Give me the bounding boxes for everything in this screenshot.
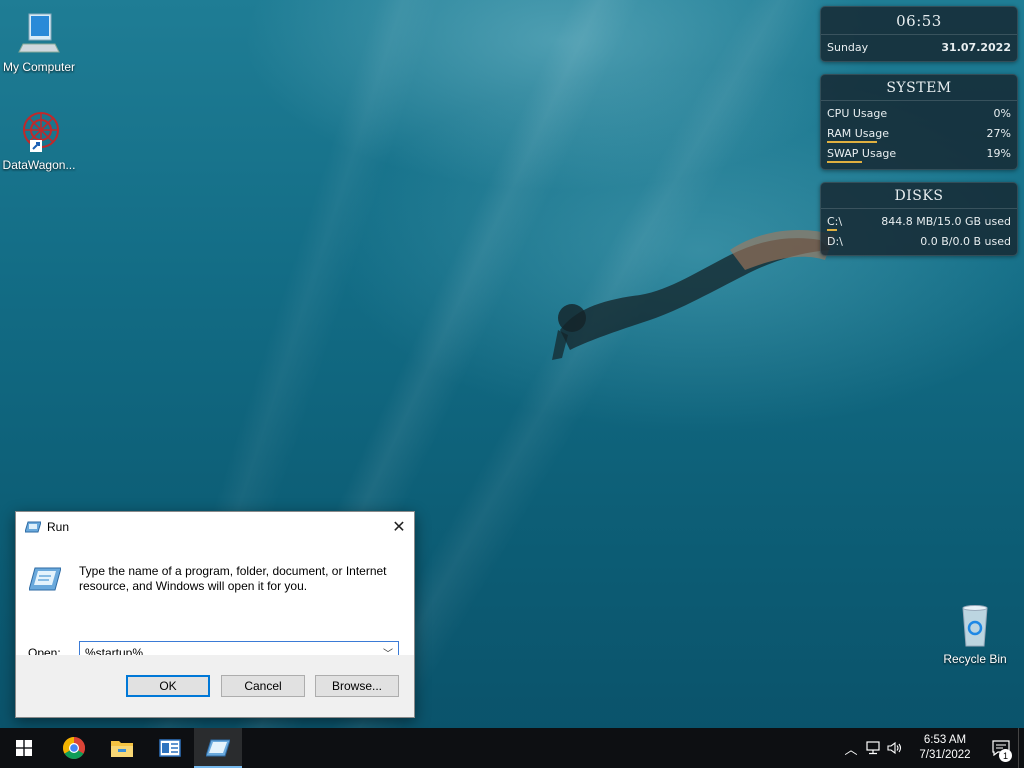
disk-row-c: C:\ 844.8 MB/15.0 GB used xyxy=(821,212,1017,232)
speaker-icon xyxy=(887,741,902,755)
run-icon xyxy=(206,739,230,757)
disks-widget: DISKS C:\ 844.8 MB/15.0 GB used D:\ 0.0 … xyxy=(820,182,1018,256)
taskbar-chrome[interactable] xyxy=(50,728,98,768)
taskbar-time: 6:53 AM xyxy=(923,734,967,746)
usage-bar xyxy=(827,141,877,143)
desktop-icon-recycle-bin[interactable]: Recycle Bin xyxy=(936,602,1014,666)
close-button[interactable]: ✕ xyxy=(384,512,414,542)
run-dialog-body: Type the name of a program, folder, docu… xyxy=(16,542,414,664)
run-dialog-footer: OK Cancel Browse... xyxy=(16,655,414,717)
network-icon xyxy=(866,741,880,755)
system-widget: SYSTEM CPU Usage 0% RAM Usage 27% SWAP U… xyxy=(820,74,1018,170)
taskbar-date: 7/31/2022 xyxy=(919,749,971,761)
close-icon: ✕ xyxy=(392,519,406,536)
clock-date: 31.07.2022 xyxy=(941,41,1011,54)
taskbar-clock[interactable]: 6:53 AM 7/31/2022 xyxy=(906,733,984,763)
datawagon-icon xyxy=(15,108,63,156)
file-explorer-icon xyxy=(111,741,133,757)
recycle-bin-icon xyxy=(951,602,999,650)
taskbar: ︿ 6:53 AM 7/31/2022 1 xyxy=(0,728,1024,768)
action-center-button[interactable]: 1 xyxy=(984,728,1018,768)
clock-date-row: Sunday 31.07.2022 xyxy=(821,35,1017,61)
wallpaper-diver xyxy=(552,230,835,360)
run-dialog-description: Type the name of a program, folder, docu… xyxy=(79,564,387,593)
system-row-swap: SWAP Usage 19% xyxy=(821,144,1017,164)
system-row-value: 27% xyxy=(986,127,1011,140)
notification-badge: 1 xyxy=(999,749,1012,762)
run-dialog-titlebar[interactable]: Run ✕ xyxy=(16,512,414,542)
taskbar-run[interactable] xyxy=(194,728,242,768)
taskbar-file-explorer[interactable] xyxy=(98,728,146,768)
system-row-cpu: CPU Usage 0% xyxy=(821,104,1017,124)
start-icon xyxy=(16,740,32,756)
chevron-up-icon: ︿ xyxy=(844,741,858,757)
usage-bar xyxy=(827,229,837,231)
disk-row-value: 0.0 B/0.0 B used xyxy=(920,235,1011,248)
clock-day: Sunday xyxy=(827,41,869,54)
cancel-button[interactable]: Cancel xyxy=(221,675,305,697)
desktop-icon-label: My Computer xyxy=(2,60,76,74)
chrome-icon xyxy=(63,737,85,759)
system-row-value: 0% xyxy=(993,107,1011,120)
control-panel-icon xyxy=(159,739,181,757)
usage-bar xyxy=(827,161,862,163)
disk-row-label: C:\ xyxy=(827,215,843,228)
ok-button[interactable]: OK xyxy=(126,675,210,697)
desktop-icon-my-computer[interactable]: My Computer xyxy=(0,10,78,74)
taskbar-control-panel[interactable] xyxy=(146,728,194,768)
clock-time: 06:53 xyxy=(821,7,1017,35)
system-row-ram: RAM Usage 27% xyxy=(821,124,1017,144)
system-tray: ︿ 6:53 AM 7/31/2022 1 xyxy=(840,728,1024,768)
system-row-value: 19% xyxy=(986,147,1011,160)
disks-widget-title: DISKS xyxy=(821,183,1017,209)
disk-row-value: 844.8 MB/15.0 GB used xyxy=(881,215,1011,228)
run-title-icon xyxy=(25,521,41,533)
system-row-label: RAM Usage xyxy=(827,127,889,140)
browse-button[interactable]: Browse... xyxy=(315,675,399,697)
system-widget-title: SYSTEM xyxy=(821,75,1017,101)
disk-row-label: D:\ xyxy=(827,235,843,248)
show-desktop-button[interactable] xyxy=(1018,728,1024,768)
run-program-icon xyxy=(29,567,61,591)
run-dialog-title: Run xyxy=(47,520,70,534)
show-hidden-icons-button[interactable]: ︿ xyxy=(840,728,862,768)
desktop-icon-label: Recycle Bin xyxy=(943,652,1007,666)
computer-icon xyxy=(15,10,63,58)
system-row-label: SWAP Usage xyxy=(827,147,897,160)
network-button[interactable] xyxy=(862,728,884,768)
volume-button[interactable] xyxy=(884,728,906,768)
desktop-icon-datawagon[interactable]: DataWagon... xyxy=(0,108,78,172)
clock-widget: 06:53 Sunday 31.07.2022 xyxy=(820,6,1018,62)
run-dialog: Run ✕ Type the name of a program, folder… xyxy=(15,511,415,718)
disk-row-d: D:\ 0.0 B/0.0 B used xyxy=(821,232,1017,252)
system-row-label: CPU Usage xyxy=(827,107,888,120)
desktop-icon-label: DataWagon... xyxy=(2,158,76,172)
start-button[interactable] xyxy=(0,728,48,768)
